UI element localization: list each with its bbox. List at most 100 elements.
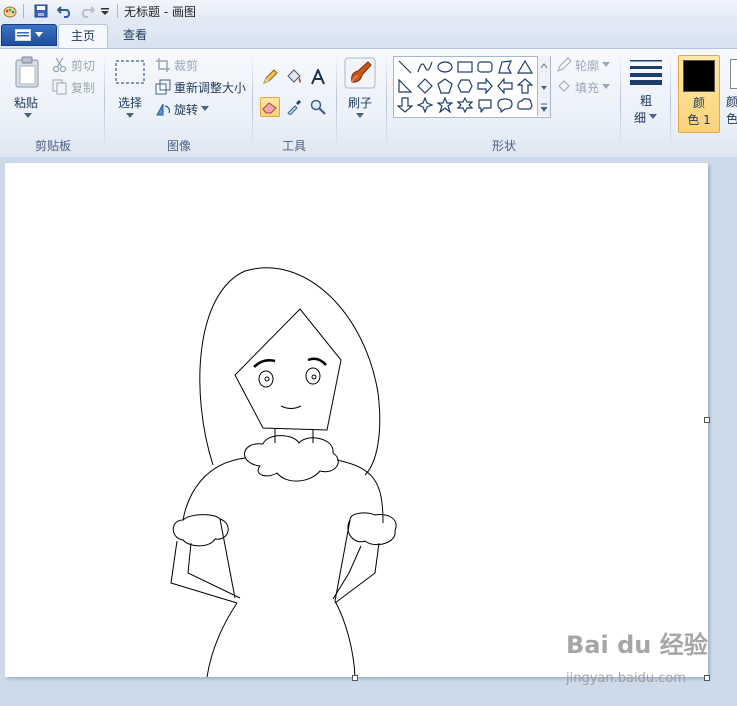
pentagon-shape-icon[interactable] — [436, 77, 454, 95]
resize-handle-corner[interactable] — [704, 675, 710, 681]
resize-button[interactable]: 重新调整大小 — [155, 78, 246, 96]
brushes-dropdown-icon[interactable] — [350, 110, 370, 122]
shapes-scrollbar[interactable] — [537, 56, 550, 116]
paint-menu-button[interactable] — [1, 24, 57, 46]
color-picker-icon[interactable] — [284, 97, 304, 117]
shapes-gallery — [393, 56, 551, 118]
color2-swatch — [730, 59, 737, 89]
baidu-jingyan-watermark: Bai du 经验 — [566, 631, 708, 659]
outline-button[interactable]: 轮廓 — [556, 56, 611, 74]
outline-label: 轮廓 — [575, 58, 600, 73]
undo-icon[interactable] — [56, 3, 74, 19]
scissors-icon — [52, 57, 67, 73]
color1-button[interactable]: 颜 色 1 — [678, 55, 720, 133]
save-icon[interactable] — [33, 3, 49, 19]
chevron-down-icon — [35, 32, 43, 37]
five-point-star-shape-icon[interactable] — [436, 96, 454, 114]
outline-dropdown-icon — [602, 62, 611, 67]
select-dropdown-icon[interactable] — [120, 110, 140, 122]
cut-button[interactable]: 剪切 — [52, 56, 95, 74]
menu-icon — [15, 29, 31, 41]
outline-icon — [557, 57, 572, 72]
paste-dropdown-icon[interactable] — [18, 110, 38, 122]
six-point-star-shape-icon[interactable] — [456, 96, 474, 114]
oval-callout-shape-icon[interactable] — [496, 96, 514, 114]
color1-label-line2: 色 1 — [687, 113, 711, 127]
fill-button[interactable]: 填充 — [556, 78, 611, 96]
tab-home[interactable]: 主页 — [58, 24, 108, 49]
fill-bucket-icon[interactable] — [284, 67, 304, 87]
title-bar: 无标题 - 画图 — [0, 0, 737, 23]
paint-app-icon[interactable] — [2, 3, 18, 19]
cloud-callout-shape-icon[interactable] — [516, 96, 534, 114]
hexagon-shape-icon[interactable] — [456, 77, 474, 95]
four-point-star-shape-icon[interactable] — [416, 96, 434, 114]
copy-icon — [52, 79, 67, 95]
crop-label: 裁剪 — [174, 58, 199, 73]
shapes-group-label: 形状 — [491, 139, 516, 153]
pencil-icon[interactable] — [260, 67, 280, 87]
right-arrow-shape-icon[interactable] — [476, 77, 494, 95]
resize-label: 重新调整大小 — [174, 80, 247, 95]
redo-icon[interactable] — [78, 3, 96, 19]
customize-toolbar-icon[interactable] — [99, 3, 111, 19]
up-arrow-shape-icon[interactable] — [516, 77, 534, 95]
tools-group-label: 工具 — [281, 139, 306, 153]
resize-handle-bottom[interactable] — [352, 675, 358, 681]
rotate-dropdown-icon — [201, 106, 210, 111]
line-shape-icon[interactable] — [396, 58, 414, 76]
color1-label-line1: 颜 — [692, 96, 705, 110]
resize-icon — [155, 79, 171, 95]
size-dropdown-icon — [649, 114, 658, 119]
line-size-icon[interactable] — [628, 57, 664, 87]
down-arrow-shape-icon[interactable] — [396, 96, 414, 114]
eraser-icon[interactable] — [260, 97, 280, 117]
right-triangle-shape-icon[interactable] — [396, 77, 414, 95]
paste-button[interactable]: 粘贴 — [8, 94, 44, 111]
color2-label-line2: 色 — [726, 112, 737, 126]
drawing-canvas[interactable] — [5, 163, 708, 678]
brush-icon[interactable] — [344, 57, 376, 89]
color2-label-line1: 颜 — [726, 95, 737, 109]
copy-button[interactable]: 复制 — [52, 78, 95, 96]
color2-button[interactable]: 颜 色 — [726, 55, 737, 131]
magnifier-icon[interactable] — [308, 97, 328, 117]
curve-shape-icon[interactable] — [416, 58, 434, 76]
size-button[interactable]: 细 — [634, 108, 658, 126]
polygon-shape-icon[interactable] — [496, 58, 514, 76]
rotate-icon — [156, 103, 171, 116]
diamond-shape-icon[interactable] — [416, 77, 434, 95]
rectangle-shape-icon[interactable] — [456, 58, 474, 76]
canvas-area — [0, 157, 737, 706]
size-label-line1[interactable]: 粗 — [628, 92, 664, 109]
left-arrow-shape-icon[interactable] — [496, 77, 514, 95]
copy-label: 复制 — [71, 80, 96, 95]
triangle-shape-icon[interactable] — [516, 58, 534, 76]
oval-shape-icon[interactable] — [436, 58, 454, 76]
baidu-jingyan-url: jingyan.baidu.com — [566, 671, 686, 686]
select-icon[interactable] — [114, 58, 146, 86]
crop-button[interactable]: 裁剪 — [155, 56, 198, 74]
window-title: 无标题 - 画图 — [124, 5, 196, 19]
rounded-callout-shape-icon[interactable] — [476, 96, 494, 114]
brushes-button[interactable]: 刷子 — [342, 94, 378, 111]
fill-icon — [558, 80, 570, 92]
paste-icon[interactable] — [14, 55, 40, 89]
text-tool-icon[interactable] — [308, 67, 328, 87]
tab-view[interactable]: 查看 — [112, 24, 158, 48]
rotate-button[interactable]: 旋转 — [155, 100, 210, 118]
cut-label: 剪切 — [71, 58, 96, 73]
rotate-label: 旋转 — [174, 102, 199, 117]
ribbon-tab-row: 主页 查看 — [0, 22, 737, 49]
girl-drawing — [170, 267, 397, 678]
clipboard-group-label: 剪贴板 — [34, 139, 71, 153]
size-label-line2: 细 — [634, 110, 647, 125]
crop-icon — [156, 58, 170, 72]
image-group-label: 图像 — [166, 139, 191, 153]
rounded-rectangle-shape-icon[interactable] — [476, 58, 494, 76]
select-button[interactable]: 选择 — [112, 94, 148, 111]
color1-swatch — [683, 60, 715, 92]
ribbon: 粘贴 剪切 复制 剪贴板 选择 裁剪 重新调整大小 旋转 图像 工具 刷子 轮廓… — [0, 48, 737, 158]
fill-label: 填充 — [575, 80, 600, 95]
resize-handle-right[interactable] — [704, 417, 710, 423]
